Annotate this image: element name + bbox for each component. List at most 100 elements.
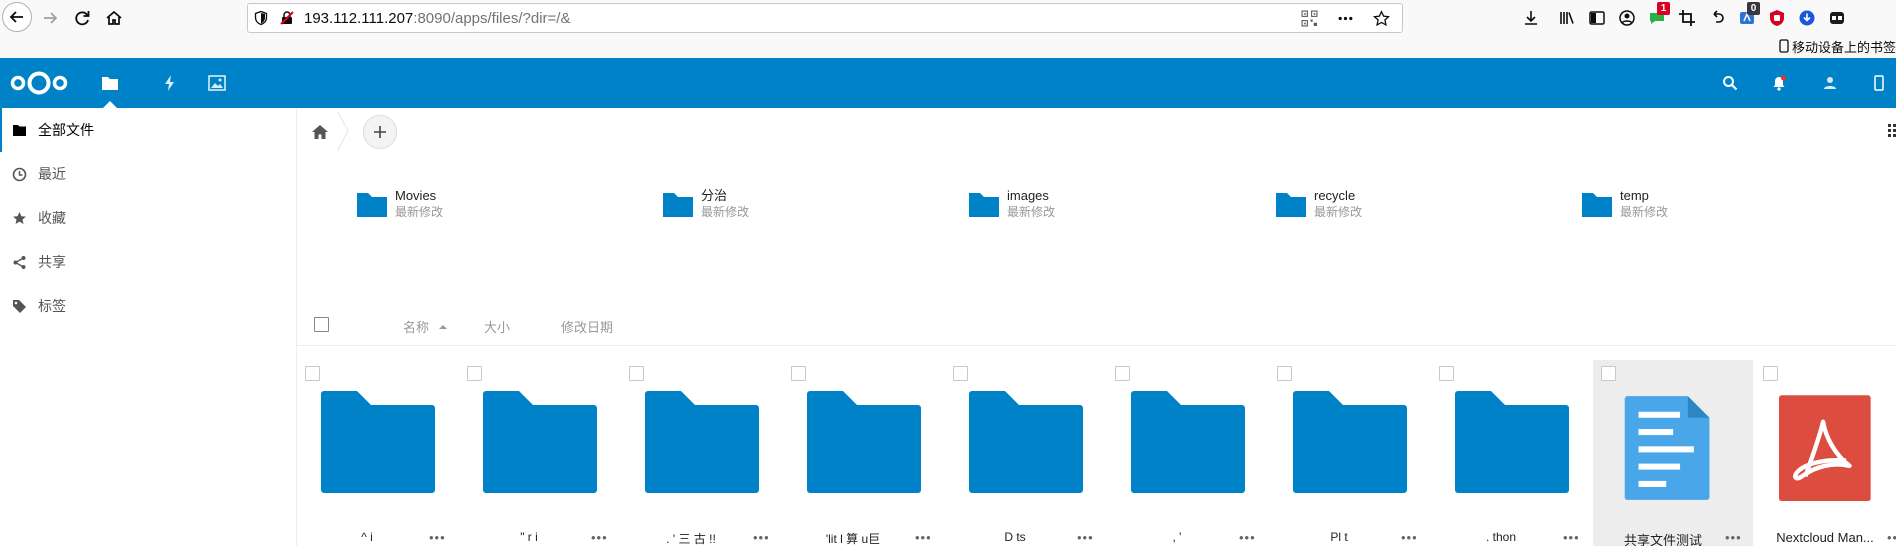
file-actions-menu[interactable]: ••• bbox=[1563, 530, 1580, 545]
file-checkbox[interactable] bbox=[953, 366, 968, 381]
download-helper-icon[interactable] bbox=[1792, 5, 1822, 31]
file-name: , ' bbox=[1172, 530, 1182, 544]
reload-button[interactable] bbox=[68, 4, 96, 32]
search-icon[interactable] bbox=[1719, 72, 1741, 94]
undo-icon[interactable] bbox=[1702, 5, 1732, 31]
file-tile[interactable]: 共享文件测试 ••• bbox=[1593, 360, 1753, 546]
extension-badge: 0 bbox=[1747, 2, 1760, 15]
adblock-icon[interactable] bbox=[1762, 5, 1792, 31]
back-button[interactable] bbox=[2, 2, 32, 32]
file-checkbox[interactable] bbox=[1277, 366, 1292, 381]
shield-icon[interactable] bbox=[248, 4, 274, 32]
crop-icon[interactable] bbox=[1672, 5, 1702, 31]
file-checkbox[interactable] bbox=[305, 366, 320, 381]
file-checkbox[interactable] bbox=[467, 366, 482, 381]
view-toggle-icon[interactable] bbox=[1888, 122, 1896, 138]
folder-icon bbox=[645, 391, 759, 493]
recent-folder-name: temp bbox=[1620, 188, 1649, 203]
file-actions-menu[interactable]: ••• bbox=[753, 530, 770, 545]
gallery-app-icon[interactable] bbox=[202, 68, 232, 98]
file-actions-menu[interactable]: ••• bbox=[915, 530, 932, 545]
file-tile[interactable]: , ' ••• bbox=[1107, 360, 1267, 546]
file-checkbox[interactable] bbox=[629, 366, 644, 381]
qr-code-icon[interactable] bbox=[1296, 4, 1322, 32]
new-file-button[interactable] bbox=[363, 115, 397, 149]
file-actions-menu[interactable]: ••• bbox=[591, 530, 608, 545]
recent-folder[interactable]: temp 最新修改 bbox=[1582, 184, 1668, 224]
file-checkbox[interactable] bbox=[1115, 366, 1130, 381]
nav-recent[interactable]: 最近 bbox=[0, 152, 296, 196]
nav-tags[interactable]: 标签 bbox=[0, 284, 296, 328]
activity-app-icon[interactable] bbox=[155, 68, 185, 98]
file-name: . thon bbox=[1485, 530, 1517, 544]
star-icon bbox=[0, 211, 38, 226]
chat-extension-icon[interactable]: 1 bbox=[1642, 2, 1672, 31]
recent-folder[interactable]: 分治 最新修改 bbox=[663, 184, 749, 224]
sort-by-name[interactable]: 名称 bbox=[403, 317, 448, 336]
mobile-bookmarks[interactable]: 移动设备上的书签 bbox=[1778, 36, 1896, 56]
sidebar-toggle-icon[interactable] bbox=[1582, 5, 1612, 31]
file-checkbox[interactable] bbox=[1439, 366, 1454, 381]
user-menu-icon[interactable] bbox=[1868, 72, 1890, 94]
sort-by-size[interactable]: 大小 bbox=[484, 317, 510, 336]
file-list-header: 名称 大小 修改日期 bbox=[297, 304, 1896, 346]
file-actions-menu[interactable]: ••• bbox=[1077, 530, 1094, 545]
nav-favorites-label: 收藏 bbox=[38, 210, 66, 226]
breadcrumb-separator bbox=[337, 112, 349, 150]
file-actions-menu[interactable]: ••• bbox=[1887, 530, 1896, 545]
insecure-lock-icon[interactable] bbox=[274, 4, 300, 32]
folder-icon bbox=[969, 391, 1083, 493]
gamepad-extension-icon[interactable] bbox=[1822, 5, 1852, 31]
file-tile[interactable]: . ' 三 古 !! ••• bbox=[621, 360, 781, 546]
file-tile[interactable]: " r i ••• bbox=[459, 360, 619, 546]
recent-folder[interactable]: images 最新修改 bbox=[969, 184, 1055, 224]
forward-button[interactable] bbox=[36, 4, 64, 32]
document-icon bbox=[1624, 396, 1710, 500]
file-tile[interactable]: . thon ••• bbox=[1431, 360, 1591, 546]
folder-icon bbox=[969, 193, 999, 217]
nav-favorites[interactable]: 收藏 bbox=[0, 196, 296, 240]
more-actions-icon[interactable] bbox=[1332, 4, 1358, 32]
bookmark-star-icon[interactable] bbox=[1368, 4, 1394, 32]
sort-by-modified[interactable]: 修改日期 bbox=[561, 317, 613, 336]
home-button[interactable] bbox=[100, 4, 128, 32]
select-all-checkbox[interactable] bbox=[314, 317, 329, 332]
file-actions-menu[interactable]: ••• bbox=[1725, 530, 1742, 545]
file-name: 'lit l 算 u巨 bbox=[825, 532, 881, 546]
breadcrumb-home-icon[interactable] bbox=[310, 122, 330, 142]
file-tile[interactable]: D ts ••• bbox=[945, 360, 1105, 546]
file-name: ^ i bbox=[361, 530, 373, 544]
app-navigation: 全部文件 最近 收藏 共享 标签 bbox=[0, 108, 297, 546]
file-checkbox[interactable] bbox=[791, 366, 806, 381]
file-tile[interactable]: 'lit l 算 u巨 ••• bbox=[783, 360, 943, 546]
file-tile[interactable]: ^ i ••• bbox=[297, 360, 457, 546]
arrow-right-icon bbox=[44, 12, 58, 24]
url-host: 193.112.111.207 bbox=[304, 9, 414, 27]
notifications-icon[interactable] bbox=[1768, 72, 1790, 94]
recent-folder[interactable]: recycle 最新修改 bbox=[1276, 184, 1362, 224]
address-bar[interactable]: 193.112.111.207:8090/apps/files/?dir=/& bbox=[247, 3, 1403, 33]
column-name-label: 名称 bbox=[403, 320, 430, 335]
translate-extension-icon[interactable]: 0 bbox=[1732, 2, 1762, 31]
file-checkbox[interactable] bbox=[1601, 366, 1616, 381]
file-name: D ts bbox=[1004, 530, 1026, 544]
file-actions-menu[interactable]: ••• bbox=[1239, 530, 1256, 545]
file-actions-menu[interactable]: ••• bbox=[1401, 530, 1418, 545]
recent-folder[interactable]: Movies 最新修改 bbox=[357, 184, 443, 224]
downloads-icon[interactable] bbox=[1516, 5, 1546, 31]
library-icon[interactable] bbox=[1552, 5, 1582, 31]
nav-all-files[interactable]: 全部文件 bbox=[0, 108, 296, 152]
file-name: Pl t bbox=[1330, 530, 1348, 544]
file-actions-menu[interactable]: ••• bbox=[429, 530, 446, 545]
file-tile[interactable]: Pl t ••• bbox=[1269, 360, 1429, 546]
url-text[interactable]: 193.112.111.207:8090/apps/files/?dir=/& bbox=[304, 10, 570, 27]
file-checkbox[interactable] bbox=[1763, 366, 1778, 381]
recent-folder-sub: 最新修改 bbox=[1620, 205, 1669, 219]
file-tile[interactable]: Nextcloud Man... ••• bbox=[1755, 360, 1896, 546]
nextcloud-logo[interactable] bbox=[8, 68, 70, 98]
account-icon[interactable] bbox=[1612, 5, 1642, 31]
contacts-icon[interactable] bbox=[1819, 72, 1841, 94]
files-app-icon[interactable] bbox=[95, 68, 125, 98]
nav-shares[interactable]: 共享 bbox=[0, 240, 296, 284]
mobile-device-icon bbox=[1779, 39, 1789, 53]
